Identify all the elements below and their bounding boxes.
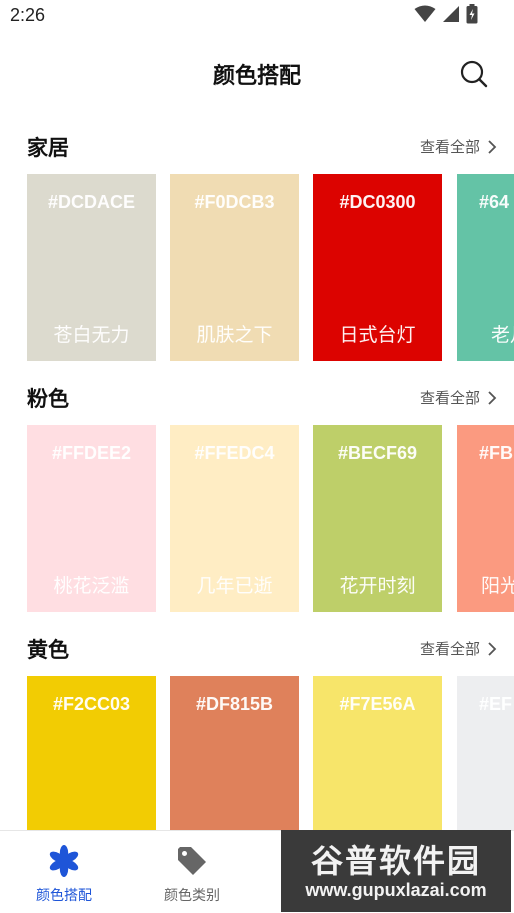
section-home: 家居 查看全部 #DCDACE 苍白无力 #F0DCB3 肌肤之下 #DC030… xyxy=(0,126,514,366)
tag-icon xyxy=(178,847,206,875)
chevron-right-icon xyxy=(488,139,497,154)
battery-icon xyxy=(466,4,478,24)
color-name: 几年已逝 xyxy=(196,575,273,597)
section-title: 粉色 xyxy=(27,387,69,411)
view-all-label: 查看全部 xyxy=(419,389,480,407)
status-time: 2:26 xyxy=(10,5,46,25)
color-card[interactable]: #BECF69 花开时刻 xyxy=(313,425,442,612)
section-pink: 粉色 查看全部 #FFDEE2 桃花泛滥 #FFEDC4 几年已逝 #BECF6… xyxy=(0,377,514,617)
color-hex: #EF xyxy=(479,694,513,714)
chevron-right-icon xyxy=(488,390,497,405)
color-hex: #DC0300 xyxy=(339,192,416,212)
color-name: 桃花泛滥 xyxy=(53,575,130,597)
tab-color-category[interactable]: 颜色类别 xyxy=(128,831,256,913)
flower-icon xyxy=(49,845,79,877)
color-hex: #DCDACE xyxy=(47,192,135,212)
view-all-link[interactable]: 查看全部 xyxy=(420,638,498,659)
color-card[interactable]: #DC0300 日式台灯 xyxy=(313,174,442,361)
section-header: 黄色 查看全部 xyxy=(0,628,514,668)
color-card[interactable]: #DCDACE 苍白无力 xyxy=(27,174,156,361)
color-name: 日式台灯 xyxy=(339,324,416,346)
tab-color-match[interactable]: 颜色搭配 xyxy=(0,831,128,913)
view-all-link[interactable]: 查看全部 xyxy=(420,136,498,157)
color-card[interactable]: #FFEDC4 几年已逝 xyxy=(170,425,299,612)
color-name: 肌肤之下 xyxy=(196,324,273,346)
section-header: 粉色 查看全部 xyxy=(0,377,514,417)
color-card[interactable]: #FFDEE2 桃花泛滥 xyxy=(27,425,156,612)
search-button[interactable] xyxy=(456,56,492,92)
color-name: 阳光 xyxy=(481,575,514,597)
color-card[interactable]: #FB 阳光 xyxy=(457,425,514,612)
view-all-label: 查看全部 xyxy=(419,138,480,156)
section-title: 黄色 xyxy=(27,638,69,662)
color-hex: #64 xyxy=(479,192,510,212)
color-hex: #BECF69 xyxy=(337,443,418,463)
tab-label: 颜色搭配 xyxy=(36,888,92,904)
chevron-right-icon xyxy=(488,641,497,656)
status-icons xyxy=(414,4,478,24)
wifi-icon xyxy=(414,5,436,22)
color-hex: #F7E56A xyxy=(339,694,416,714)
color-name: 老月 xyxy=(491,324,514,346)
color-hex: #FFEDC4 xyxy=(194,443,275,463)
watermark-url: www.gupuxlazai.com xyxy=(305,880,487,900)
signal-icon xyxy=(443,6,459,22)
watermark-title: 谷普软件园 xyxy=(310,842,481,880)
color-hex: #F0DCB3 xyxy=(194,192,275,212)
color-hex: #F2CC03 xyxy=(52,694,131,714)
section-header: 家居 查看全部 xyxy=(0,126,514,166)
color-card[interactable]: #F0DCB3 肌肤之下 xyxy=(170,174,299,361)
card-row: #FFDEE2 桃花泛滥 #FFEDC4 几年已逝 #BECF69 花开时刻 #… xyxy=(0,425,514,613)
search-icon xyxy=(460,60,488,88)
status-bar: 2:26 xyxy=(0,0,514,32)
color-name: 花开时刻 xyxy=(339,575,416,597)
card-row: #DCDACE 苍白无力 #F0DCB3 肌肤之下 #DC0300 日式台灯 #… xyxy=(0,174,514,362)
app-bar: 颜色搭配 xyxy=(0,40,514,110)
color-name: 苍白无力 xyxy=(53,324,130,346)
view-all-label: 查看全部 xyxy=(419,640,480,658)
section-title: 家居 xyxy=(27,136,69,160)
view-all-link[interactable]: 查看全部 xyxy=(420,387,498,408)
color-hex: #FB xyxy=(479,443,514,463)
color-hex: #DF815B xyxy=(195,694,274,714)
tab-label: 颜色类别 xyxy=(164,888,220,904)
color-hex: #FFDEE2 xyxy=(51,443,132,463)
watermark-overlay: 谷普软件园 www.gupuxlazai.com xyxy=(281,830,511,912)
page-title: 颜色搭配 xyxy=(212,64,301,89)
color-card[interactable]: #64 老月 xyxy=(457,174,514,361)
